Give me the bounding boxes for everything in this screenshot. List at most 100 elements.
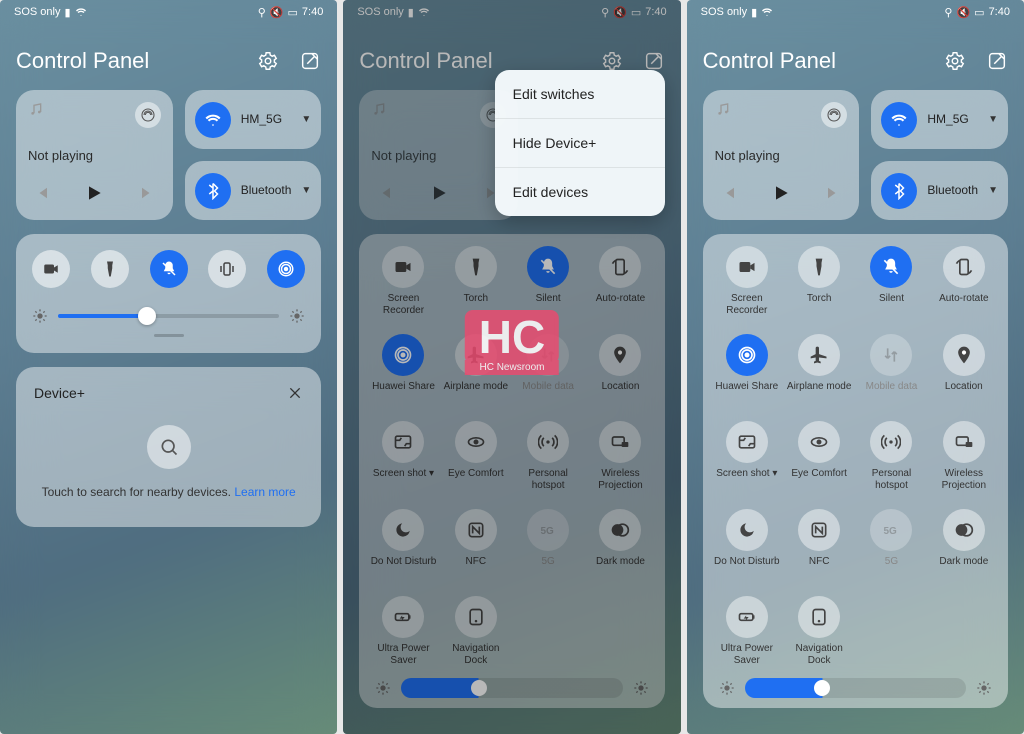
drag-handle[interactable] <box>154 334 184 337</box>
brightness-slider[interactable] <box>58 314 279 318</box>
toggle-5g[interactable]: 5G <box>512 509 584 578</box>
page-title: Control Panel <box>359 48 492 74</box>
toggles-panel: Screen Recorder Torch Silent Auto-rotate… <box>359 234 664 708</box>
toggle-nav-dock[interactable]: Navigation Dock <box>783 596 855 666</box>
toggle-torch[interactable]: Torch <box>440 246 512 316</box>
toggle-hotspot[interactable]: Personal hotspot <box>512 421 584 491</box>
menu-hide-device[interactable]: Hide Device+ <box>495 118 665 167</box>
toggle-nfc[interactable]: NFC <box>440 509 512 578</box>
torch-toggle[interactable] <box>91 250 129 288</box>
toggle-autorotate[interactable]: Auto-rotate <box>584 246 656 316</box>
bluetooth-label: Bluetooth <box>241 183 292 197</box>
media-card[interactable]: Not playing <box>703 90 860 220</box>
toggle-screenshot[interactable]: Screen shot ▾ <box>367 421 439 491</box>
cast-button[interactable] <box>135 102 161 128</box>
toggle-silent[interactable]: Silent <box>855 246 927 316</box>
phone-collapsed: SOS only ▮ ⚲🔇▭7:40 Control Panel Not pla… <box>0 0 337 734</box>
cast-button[interactable] <box>821 102 847 128</box>
mute-status-icon: 🔇 <box>270 6 284 19</box>
brightness-high-icon <box>633 680 649 696</box>
toggle-wireless-projection[interactable]: Wireless Projection <box>584 421 656 491</box>
next-button[interactable] <box>825 184 843 207</box>
chevron-down-icon[interactable]: ▼ <box>301 185 311 196</box>
toggle-location[interactable]: Location <box>928 334 1000 403</box>
toggle-screenshot[interactable]: Screen shot ▾ <box>711 421 783 491</box>
brightness-low-icon <box>32 308 48 324</box>
toggle-mobile-data[interactable]: Mobile data <box>512 334 584 403</box>
toggle-nfc[interactable]: NFC <box>783 509 855 578</box>
bt-status-icon: ⚲ <box>258 6 266 19</box>
toggle-eye-comfort[interactable]: Eye Comfort <box>783 421 855 491</box>
toggle-nav-dock[interactable]: Navigation Dock <box>440 596 512 666</box>
settings-icon[interactable] <box>944 50 966 72</box>
wifi-icon <box>881 102 917 138</box>
silent-toggle[interactable] <box>150 250 188 288</box>
wifi-status-icon <box>75 6 87 18</box>
toggle-airplane[interactable]: Airplane mode <box>783 334 855 403</box>
toggle-hotspot[interactable]: Personal hotspot <box>855 421 927 491</box>
vibrate-toggle[interactable] <box>208 250 246 288</box>
next-button[interactable] <box>139 184 157 207</box>
prev-button[interactable] <box>719 184 737 207</box>
toggle-5g[interactable]: 5G <box>855 509 927 578</box>
settings-icon[interactable] <box>601 50 623 72</box>
chevron-down-icon[interactable]: ▼ <box>301 114 311 125</box>
brightness-high-icon <box>976 680 992 696</box>
music-icon <box>371 102 387 118</box>
header: Control Panel <box>16 48 321 74</box>
toggle-torch[interactable]: Torch <box>783 246 855 316</box>
play-button[interactable] <box>84 183 104 208</box>
chevron-down-icon[interactable]: ▼ <box>988 114 998 125</box>
toggle-wireless-projection[interactable]: Wireless Projection <box>928 421 1000 491</box>
status-bar: SOS only ▮ ⚲🔇▭7:40 <box>343 0 680 24</box>
chevron-down-icon[interactable]: ▼ <box>988 185 998 196</box>
bluetooth-tile[interactable]: Bluetooth ▼ <box>871 161 1008 220</box>
toggle-eye-comfort[interactable]: Eye Comfort <box>440 421 512 491</box>
toggle-ultra-power-saver[interactable]: Ultra Power Saver <box>367 596 439 666</box>
menu-edit-devices[interactable]: Edit devices <box>495 167 665 216</box>
wifi-tile[interactable]: HM_5G ▼ <box>871 90 1008 149</box>
bluetooth-icon <box>195 173 231 209</box>
huawei-share-toggle[interactable] <box>267 250 305 288</box>
toggle-huawei-share[interactable]: Huawei Share <box>367 334 439 403</box>
prev-button[interactable] <box>32 184 50 207</box>
learn-more-link[interactable]: Learn more <box>234 485 295 499</box>
media-card[interactable]: Not playing <box>16 90 173 220</box>
toggle-screen-recorder[interactable]: Screen Recorder <box>711 246 783 316</box>
toggle-screen-recorder[interactable]: Screen Recorder <box>367 246 439 316</box>
edit-icon[interactable] <box>986 50 1008 72</box>
toggle-dark-mode[interactable]: Dark mode <box>584 509 656 578</box>
close-icon[interactable] <box>287 385 303 401</box>
toggles-panel: Screen Recorder Torch Silent Auto-rotate… <box>703 234 1008 708</box>
toggle-huawei-share[interactable]: Huawei Share <box>711 334 783 403</box>
toggle-dnd[interactable]: Do Not Disturb <box>367 509 439 578</box>
device-plus-title: Device+ <box>34 385 85 401</box>
phone-expanded-menu: SOS only ▮ ⚲🔇▭7:40 Control Panel Not pla… <box>343 0 680 734</box>
toggle-airplane[interactable]: Airplane mode <box>440 334 512 403</box>
search-devices-button[interactable] <box>147 425 191 469</box>
play-button[interactable] <box>429 183 449 208</box>
page-title: Control Panel <box>16 48 149 74</box>
edit-icon[interactable] <box>643 50 665 72</box>
toggle-autorotate[interactable]: Auto-rotate <box>928 246 1000 316</box>
brightness-slider[interactable] <box>745 678 966 698</box>
brightness-high-icon <box>289 308 305 324</box>
settings-icon[interactable] <box>257 50 279 72</box>
toggle-ultra-power-saver[interactable]: Ultra Power Saver <box>711 596 783 666</box>
wifi-tile[interactable]: HM_5G ▼ <box>185 90 322 149</box>
prev-button[interactable] <box>375 184 393 207</box>
screen-recorder-toggle[interactable] <box>32 250 70 288</box>
edit-icon[interactable] <box>299 50 321 72</box>
edit-menu: Edit switches Hide Device+ Edit devices <box>495 70 665 216</box>
brightness-slider[interactable] <box>401 678 622 698</box>
toggle-mobile-data[interactable]: Mobile data <box>855 334 927 403</box>
menu-edit-switches[interactable]: Edit switches <box>495 70 665 118</box>
bluetooth-tile[interactable]: Bluetooth ▼ <box>185 161 322 220</box>
play-button[interactable] <box>771 183 791 208</box>
toggle-dnd[interactable]: Do Not Disturb <box>711 509 783 578</box>
sos-label: SOS only <box>14 6 60 18</box>
toggle-location[interactable]: Location <box>584 334 656 403</box>
toggle-silent[interactable]: Silent <box>512 246 584 316</box>
quick-bar <box>16 234 321 353</box>
toggle-dark-mode[interactable]: Dark mode <box>928 509 1000 578</box>
